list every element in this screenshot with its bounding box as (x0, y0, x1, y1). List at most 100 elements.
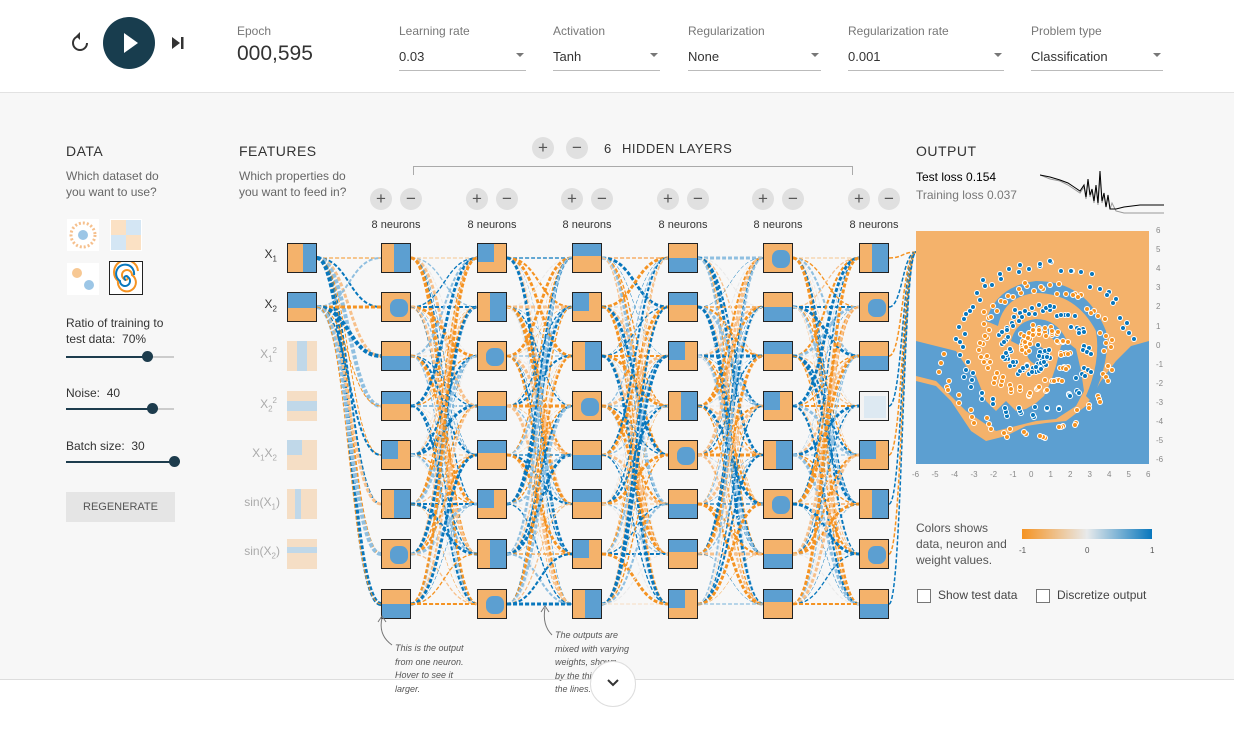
data-point (1015, 405, 1022, 411)
neuron-l5-n4[interactable] (859, 440, 889, 470)
neuron-l5-n2[interactable] (859, 341, 889, 371)
data-point (955, 399, 962, 406)
neuron-l0-n7[interactable] (381, 589, 411, 619)
feature-node-1[interactable] (287, 292, 317, 322)
neuron-l1-n6[interactable] (477, 539, 507, 569)
neuron-l1-n5[interactable] (477, 489, 507, 519)
chevron-down-icon (516, 53, 524, 57)
regularization-rate-select[interactable]: 0.001 (848, 44, 1004, 71)
neuron-l4-n0[interactable] (763, 243, 793, 273)
neuron-l4-n1[interactable] (763, 292, 793, 322)
add-neuron-button-l4[interactable]: + (752, 188, 774, 210)
dataset-gaussian-thumb[interactable] (67, 263, 99, 295)
neuron-l3-n7[interactable] (668, 589, 698, 619)
show-test-data-checkbox[interactable] (917, 589, 931, 603)
remove-layer-button[interactable]: − (566, 137, 588, 159)
dataset-circle-thumb[interactable] (67, 219, 99, 251)
neuron-l3-n6[interactable] (668, 539, 698, 569)
neuron-l3-n0[interactable] (668, 243, 698, 273)
features-subtitle: Which properties do you want to feed in? (239, 169, 347, 199)
feature-node-3[interactable] (287, 391, 317, 421)
neuron-l2-n5[interactable] (572, 489, 602, 519)
neuron-l1-n7[interactable] (477, 589, 507, 619)
reset-icon[interactable] (68, 31, 92, 55)
add-neuron-button-l0[interactable]: + (370, 188, 392, 210)
neuron-l3-n1[interactable] (668, 292, 698, 322)
neuron-l5-n0[interactable] (859, 243, 889, 273)
neuron-l0-n2[interactable] (381, 341, 411, 371)
top-controls-bar: Epoch 000,595 Learning rate 0.03 Activat… (0, 0, 1234, 93)
neuron-l0-n4[interactable] (381, 440, 411, 470)
feature-node-0[interactable] (287, 243, 317, 273)
remove-neuron-button-l4[interactable]: − (782, 188, 804, 210)
data-point (1036, 260, 1043, 267)
neuron-l1-n3[interactable] (477, 391, 507, 421)
add-neuron-button-l2[interactable]: + (561, 188, 583, 210)
neuron-l0-n5[interactable] (381, 489, 411, 519)
neuron-l2-n1[interactable] (572, 292, 602, 322)
dataset-spiral-thumb[interactable] (109, 259, 143, 295)
neuron-l4-n5[interactable] (763, 489, 793, 519)
problem-type-select[interactable]: Classification (1031, 44, 1163, 71)
add-neuron-button-l5[interactable]: + (848, 188, 870, 210)
remove-neuron-button-l1[interactable]: − (496, 188, 518, 210)
add-neuron-button-l3[interactable]: + (657, 188, 679, 210)
feature-node-6[interactable] (287, 539, 317, 569)
neuron-l5-n6[interactable] (859, 539, 889, 569)
neuron-l3-n3[interactable] (668, 391, 698, 421)
data-point (983, 415, 990, 422)
dataset-xor-thumb[interactable] (110, 219, 142, 251)
regularization-select[interactable]: None (688, 44, 821, 71)
neuron-l0-n0[interactable] (381, 243, 411, 273)
legend-max: 1 (1150, 546, 1155, 555)
neuron-l3-n2[interactable] (668, 341, 698, 371)
neuron-l2-n3[interactable] (572, 391, 602, 421)
neuron-l0-n3[interactable] (381, 391, 411, 421)
remove-neuron-button-l3[interactable]: − (687, 188, 709, 210)
neuron-l4-n4[interactable] (763, 440, 793, 470)
scroll-down-button[interactable] (590, 661, 636, 707)
discretize-output-checkbox[interactable] (1036, 589, 1050, 603)
neuron-l4-n2[interactable] (763, 341, 793, 371)
neuron-l1-n2[interactable] (477, 341, 507, 371)
data-point (1036, 384, 1042, 390)
activation-select[interactable]: Tanh (553, 44, 660, 71)
remove-neuron-button-l2[interactable]: − (591, 188, 613, 210)
neuron-l5-n3[interactable] (859, 391, 889, 421)
neuron-l4-n6[interactable] (763, 539, 793, 569)
regenerate-button[interactable]: REGENERATE (66, 492, 175, 522)
neuron-l3-n4[interactable] (668, 440, 698, 470)
y-tick-label: -4 (1156, 417, 1164, 426)
neuron-l2-n6[interactable] (572, 539, 602, 569)
noise-slider-thumb[interactable] (147, 403, 158, 414)
feature-node-5[interactable] (287, 489, 317, 519)
feature-node-4[interactable] (287, 440, 317, 470)
neuron-l1-n4[interactable] (477, 440, 507, 470)
remove-neuron-button-l0[interactable]: − (400, 188, 422, 210)
play-button[interactable] (103, 17, 155, 69)
learning-rate-select[interactable]: 0.03 (399, 44, 526, 71)
neuron-l2-n0[interactable] (572, 243, 602, 273)
step-icon[interactable] (167, 32, 189, 54)
neuron-l5-n7[interactable] (859, 589, 889, 619)
neuron-l5-n5[interactable] (859, 489, 889, 519)
neuron-l4-n7[interactable] (763, 589, 793, 619)
neuron-l5-n1[interactable] (859, 292, 889, 322)
add-neuron-button-l1[interactable]: + (466, 188, 488, 210)
neuron-l2-n4[interactable] (572, 440, 602, 470)
feature-node-2[interactable] (287, 341, 317, 371)
neuron-l4-n3[interactable] (763, 391, 793, 421)
neuron-l2-n7[interactable] (572, 589, 602, 619)
neuron-l0-n6[interactable] (381, 539, 411, 569)
neuron-l2-n2[interactable] (572, 341, 602, 371)
batch-slider-thumb[interactable] (169, 456, 180, 467)
neuron-l0-n1[interactable] (381, 292, 411, 322)
remove-neuron-button-l5[interactable]: − (878, 188, 900, 210)
neuron-l1-n0[interactable] (477, 243, 507, 273)
add-layer-button[interactable]: + (532, 137, 554, 159)
neuron-l3-n5[interactable] (668, 489, 698, 519)
x-tick-label: -4 (951, 470, 959, 479)
neuron-l1-n1[interactable] (477, 292, 507, 322)
ratio-slider-thumb[interactable] (142, 351, 153, 362)
hidden-layers-count: 6 (604, 141, 612, 156)
